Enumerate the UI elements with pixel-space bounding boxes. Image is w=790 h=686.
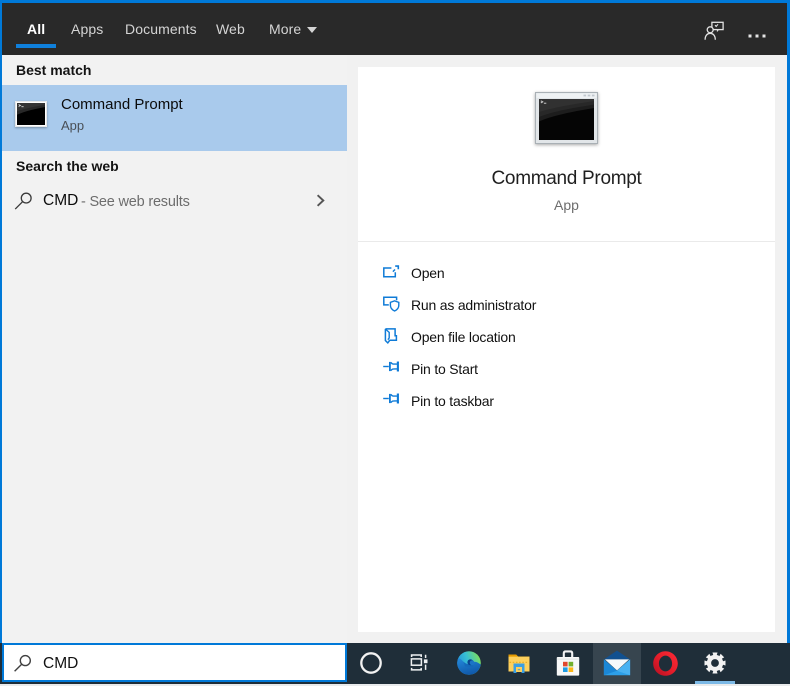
taskbar-task-view-button[interactable] <box>395 643 443 683</box>
tab-documents[interactable]: Documents <box>125 3 197 55</box>
action-label: Pin to Start <box>411 360 478 377</box>
action-pin-to-start[interactable]: Pin to Start <box>358 353 775 385</box>
tab-label: All <box>27 21 46 37</box>
taskbar-opera-button[interactable] <box>641 643 689 683</box>
ellipsis-icon[interactable] <box>746 27 770 45</box>
action-label: Open <box>411 264 445 281</box>
preview-panel: Command Prompt App Open Run as administr… <box>358 67 775 632</box>
tab-web[interactable]: Web <box>216 3 245 55</box>
shield-icon <box>383 296 400 313</box>
tab-label: Apps <box>71 21 104 37</box>
taskbar-cortana-button[interactable] <box>347 643 395 683</box>
folder-location-icon <box>383 327 400 345</box>
store-icon <box>555 650 581 676</box>
taskbar-edge-button[interactable] <box>445 643 493 683</box>
best-match-result[interactable]: Command Prompt App <box>2 85 347 151</box>
tab-label: Documents <box>125 21 197 37</box>
tab-apps[interactable]: Apps <box>71 3 103 55</box>
taskbar-store-button[interactable] <box>544 643 592 683</box>
action-label: Pin to taskbar <box>411 392 494 409</box>
action-run-as-administrator[interactable]: Run as administrator <box>358 289 775 321</box>
chevron-right-icon <box>316 194 326 213</box>
action-open[interactable]: Open <box>358 257 775 289</box>
tab-label: Web <box>216 21 245 37</box>
taskbar-mail-button[interactable] <box>593 643 641 683</box>
pin-icon <box>383 392 400 409</box>
mail-icon <box>603 649 631 677</box>
tab-label: More <box>269 21 302 37</box>
results-list: Best match Command Prompt App Search the… <box>2 55 347 643</box>
command-prompt-icon-large <box>535 92 598 149</box>
action-open-file-location[interactable]: Open file location <box>358 321 775 353</box>
search-icon <box>13 654 32 678</box>
opera-icon <box>652 650 679 677</box>
file-explorer-icon <box>506 650 532 676</box>
web-search-result[interactable]: CMD - See web results <box>2 176 347 224</box>
task-view-icon <box>406 650 432 676</box>
taskbar-file-explorer-button[interactable] <box>495 643 543 683</box>
taskbar-settings-button[interactable] <box>691 643 739 683</box>
web-hint: - See web results <box>81 194 190 210</box>
action-pin-to-taskbar[interactable]: Pin to taskbar <box>358 385 775 417</box>
result-title: Command Prompt <box>61 96 183 113</box>
open-icon <box>383 264 400 281</box>
feedback-user-icon[interactable] <box>703 19 725 46</box>
web-query: CMD <box>43 192 79 209</box>
action-label: Open file location <box>411 328 516 345</box>
search-web-header: Search the web <box>16 158 119 174</box>
pin-icon <box>383 360 400 377</box>
search-input-value: CMD <box>43 655 79 672</box>
taskbar-search-box[interactable]: CMD <box>2 643 347 682</box>
search-tabs-bar: All Apps Documents Web More <box>2 3 787 55</box>
tab-more[interactable]: More <box>269 3 318 55</box>
edge-icon <box>456 650 482 676</box>
best-match-header: Best match <box>16 62 92 78</box>
command-prompt-icon <box>15 101 47 132</box>
search-icon <box>14 192 32 215</box>
divider <box>358 241 775 242</box>
cortana-icon <box>358 650 384 676</box>
windows-search-flyout: All Apps Documents Web More Best match C… <box>0 0 790 686</box>
taskbar: CMD <box>0 643 790 686</box>
settings-gear-icon <box>702 650 728 676</box>
chevron-down-icon <box>307 27 318 33</box>
search-results-area: Best match Command Prompt App Search the… <box>2 55 787 643</box>
preview-subtitle: App <box>554 197 579 213</box>
preview-title: Command Prompt <box>491 168 642 189</box>
result-subtitle: App <box>61 118 85 133</box>
active-tab-underline <box>16 44 56 48</box>
action-label: Run as administrator <box>411 296 537 313</box>
